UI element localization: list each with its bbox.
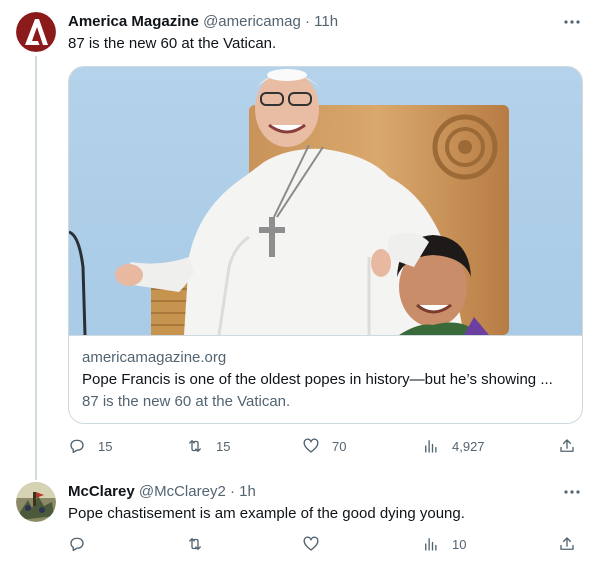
like-icon [303,438,319,453]
thread-line [35,56,37,480]
like-button[interactable] [302,534,320,554]
tweet-header: America Magazine @americamag · 11h [68,12,338,32]
retweet-button[interactable] [186,534,204,554]
america-logo-icon[interactable] [16,12,56,52]
mcclarey-avatar[interactable] [16,482,56,522]
retweet-icon [189,440,201,452]
retweet-button[interactable]: 15 [186,436,230,456]
author-name[interactable]: McClarey [68,483,135,500]
reply-icon [70,537,84,552]
like-icon [303,536,319,551]
views-count: 4,927 [452,438,485,454]
like-button[interactable]: 70 [302,436,346,456]
tweet-text: 87 is the new 60 at the Vatican. [68,35,277,52]
reply-icon [70,439,84,454]
views-button[interactable]: 10 [422,534,466,554]
author-name[interactable]: America Magazine [68,13,199,30]
reply-count: 15 [98,438,113,454]
views-icon [425,538,437,551]
views-icon [425,440,437,453]
tweet-time[interactable]: 1h [239,483,256,500]
tweet-america-magazine[interactable]: America Magazine @americamag · 11h 87 is… [0,0,598,480]
tweet-actions: 15 15 70 4,927 [68,436,583,456]
tweet-mcclarey[interactable]: McClarey @McClarey2 · 1h Pope chastiseme… [0,470,598,566]
card-title: Pope Francis is one of the oldest popes … [82,371,553,388]
reply-button[interactable] [68,534,86,554]
views-count: 10 [452,536,467,552]
card-description: 87 is the new 60 at the Vatican. [82,393,291,410]
share-icon [560,537,574,550]
reply-button[interactable]: 15 [68,436,112,456]
tweet-text: Pope chastisement is am example of the g… [68,505,465,522]
separator-dot: · [229,483,235,500]
more-icon[interactable] [562,12,582,32]
card-body[interactable]: americamagazine.org Pope Francis is one … [69,335,582,423]
share-button[interactable] [558,534,576,554]
tweet-time[interactable]: 11h [314,13,338,30]
retweet-count: 15 [216,438,231,454]
tweet-header: McClarey @McClarey2 · 1h [68,482,256,502]
card-image[interactable] [69,67,582,335]
share-icon [560,439,574,452]
more-icon[interactable] [562,482,582,502]
author-handle[interactable]: @McClarey2 [139,483,226,500]
share-button[interactable] [558,436,576,456]
like-count: 70 [332,438,347,454]
separator-dot: · [305,13,310,30]
views-button[interactable]: 4,927 [422,436,485,456]
link-card[interactable]: americamagazine.org Pope Francis is one … [68,66,583,424]
author-handle[interactable]: @americamag [203,13,301,30]
retweet-icon [189,538,201,550]
card-domain: americamagazine.org [82,349,227,366]
tweet-actions: 10 [68,534,583,554]
